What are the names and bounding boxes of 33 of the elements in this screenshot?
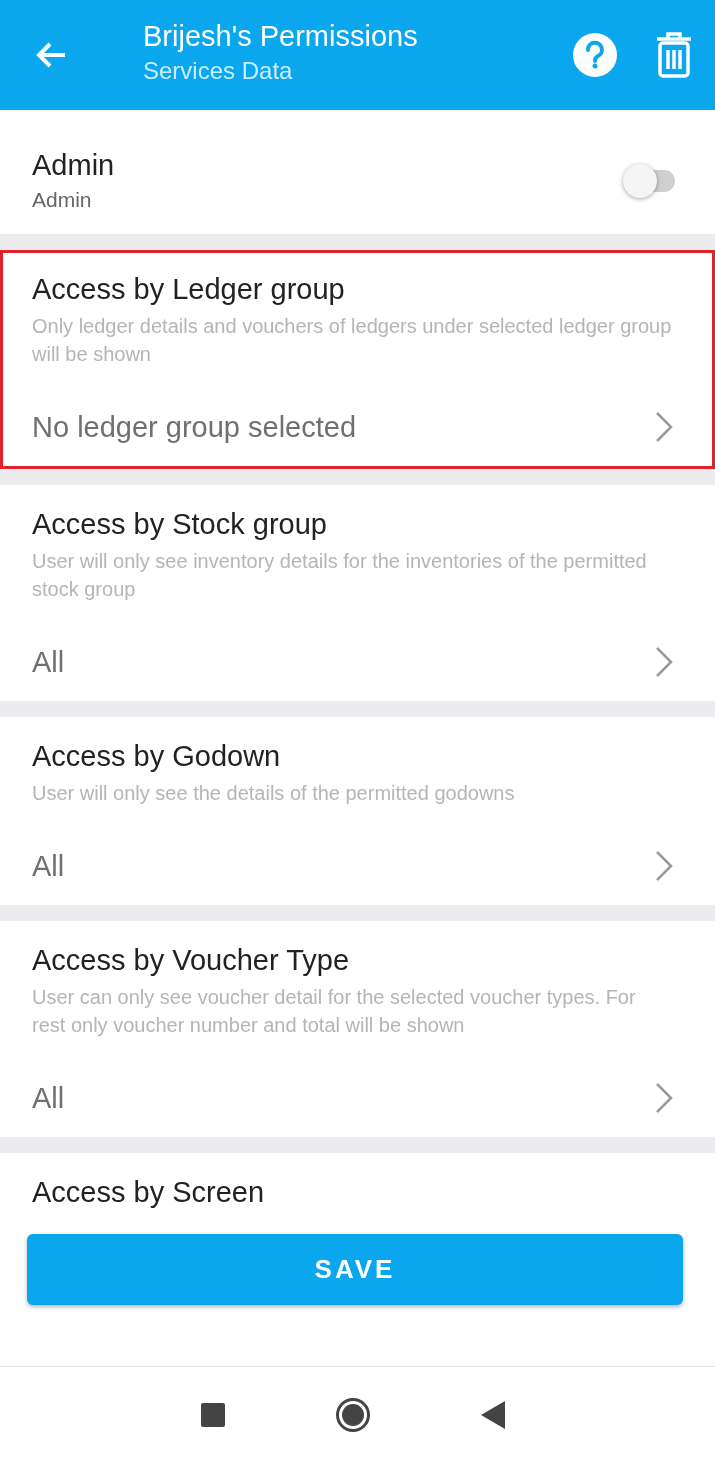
back-arrow-icon[interactable] [35, 41, 67, 69]
setting-title: Admin [32, 148, 116, 183]
back-icon[interactable] [480, 1401, 505, 1429]
section-title: Access by Stock group [32, 507, 328, 542]
chevron-icon [655, 1082, 673, 1114]
section-description: Only ledger details and vouchers of ledgers under selected ledger group will be shown [32, 314, 673, 367]
selected-value: All [32, 849, 65, 883]
section-description: User can only see voucher detail for the selected voucher types. For rest only voucher number and total will be shown [32, 985, 637, 1038]
selected-value: No ledger group selected [32, 410, 357, 444]
chevron-icon [655, 850, 673, 882]
section-description: User will only see inventory details for the inventories of the permitted stock group [32, 549, 648, 602]
delete-icon[interactable] [655, 31, 693, 79]
value-row[interactable]: All [32, 603, 673, 701]
section-title: Access by Ledger group [32, 272, 346, 307]
section-title: Access by Voucher Type [32, 943, 351, 978]
admin-toggle[interactable] [623, 164, 675, 198]
section-description: User will only see the details of the permitted godowns [32, 781, 516, 806]
screen-title: Brijesh's Permissions [143, 19, 419, 53]
value-row[interactable]: No ledger group selected [32, 368, 673, 466]
chevron-icon [655, 646, 673, 678]
selected-value: All [32, 645, 65, 679]
value-row[interactable]: All [32, 1039, 673, 1137]
setting-subtitle: Admin [32, 187, 93, 213]
value-row[interactable]: All [32, 807, 673, 905]
chevron-icon [655, 411, 673, 443]
selected-value: All [32, 1081, 65, 1115]
screen-subtitle: Services Data [143, 56, 294, 85]
save-button[interactable]: SAVE [27, 1234, 683, 1305]
home-icon[interactable] [334, 1397, 371, 1433]
help-icon[interactable] [573, 33, 617, 77]
recents-icon[interactable] [200, 1403, 225, 1427]
section-title: Access by Godown [32, 739, 282, 774]
section-title: Access by Screen [32, 1175, 266, 1209]
